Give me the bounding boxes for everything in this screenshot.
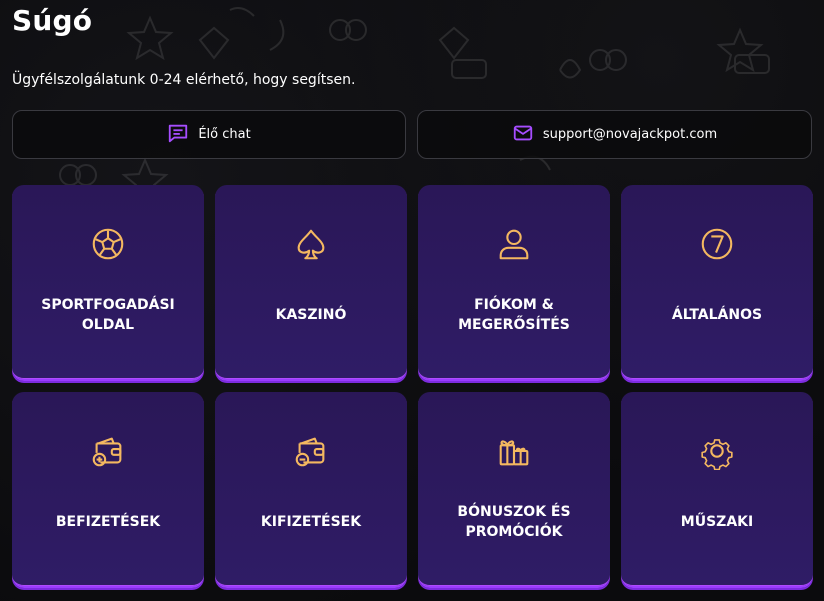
category-label: FIÓKOM & MEGERŐSÍTÉS [458, 297, 570, 333]
category-label: BÓNUSZOK ÉS PROMÓCIÓK [457, 504, 571, 540]
page-subtitle: Ügyfélszolgálatunk 0-24 elérhető, hogy s… [12, 72, 356, 88]
category-label: BEFIZETÉSEK [55, 514, 161, 530]
gear-icon [698, 432, 736, 471]
email-support-button[interactable]: support@novajackpot.com [417, 110, 812, 159]
category-label: KIFIZETÉSEK [260, 514, 362, 530]
wallet-withdraw-icon [292, 432, 330, 470]
live-chat-button[interactable]: Élő chat [12, 110, 406, 159]
category-label: SPORTFOGADÁSI OLDAL [41, 297, 175, 333]
user-icon [495, 225, 533, 263]
category-card-deposits[interactable]: BEFIZETÉSEK [12, 392, 204, 588]
email-label: support@novajackpot.com [542, 127, 718, 142]
chat-icon [167, 122, 189, 148]
category-card-casino[interactable]: KASZINÓ [215, 185, 407, 381]
category-card-general[interactable]: ÁLTALÁNOS [621, 185, 813, 381]
category-card-sports[interactable]: SPORTFOGADÁSI OLDAL [12, 185, 204, 381]
category-card-account[interactable]: FIÓKOM & MEGERŐSÍTÉS [418, 185, 610, 381]
category-card-bonuses[interactable]: BÓNUSZOK ÉS PROMÓCIÓK [418, 392, 610, 588]
category-card-withdrawals[interactable]: KIFIZETÉSEK [215, 392, 407, 588]
category-label: ÁLTALÁNOS [671, 307, 763, 323]
soccer-ball-icon [89, 225, 127, 263]
help-page: Súgó Ügyfélszolgálatunk 0-24 elérhető, h… [0, 0, 824, 601]
spade-icon [292, 225, 330, 263]
category-label: KASZINÓ [275, 307, 347, 323]
category-label: MŰSZAKI [680, 514, 754, 530]
number-seven-icon [698, 225, 736, 263]
mail-icon [512, 122, 534, 148]
page-title: Súgó [12, 4, 93, 37]
gift-icon [495, 432, 533, 470]
category-card-technical[interactable]: MŰSZAKI [621, 392, 813, 588]
wallet-deposit-icon [89, 432, 127, 470]
live-chat-label: Élő chat [198, 127, 251, 142]
